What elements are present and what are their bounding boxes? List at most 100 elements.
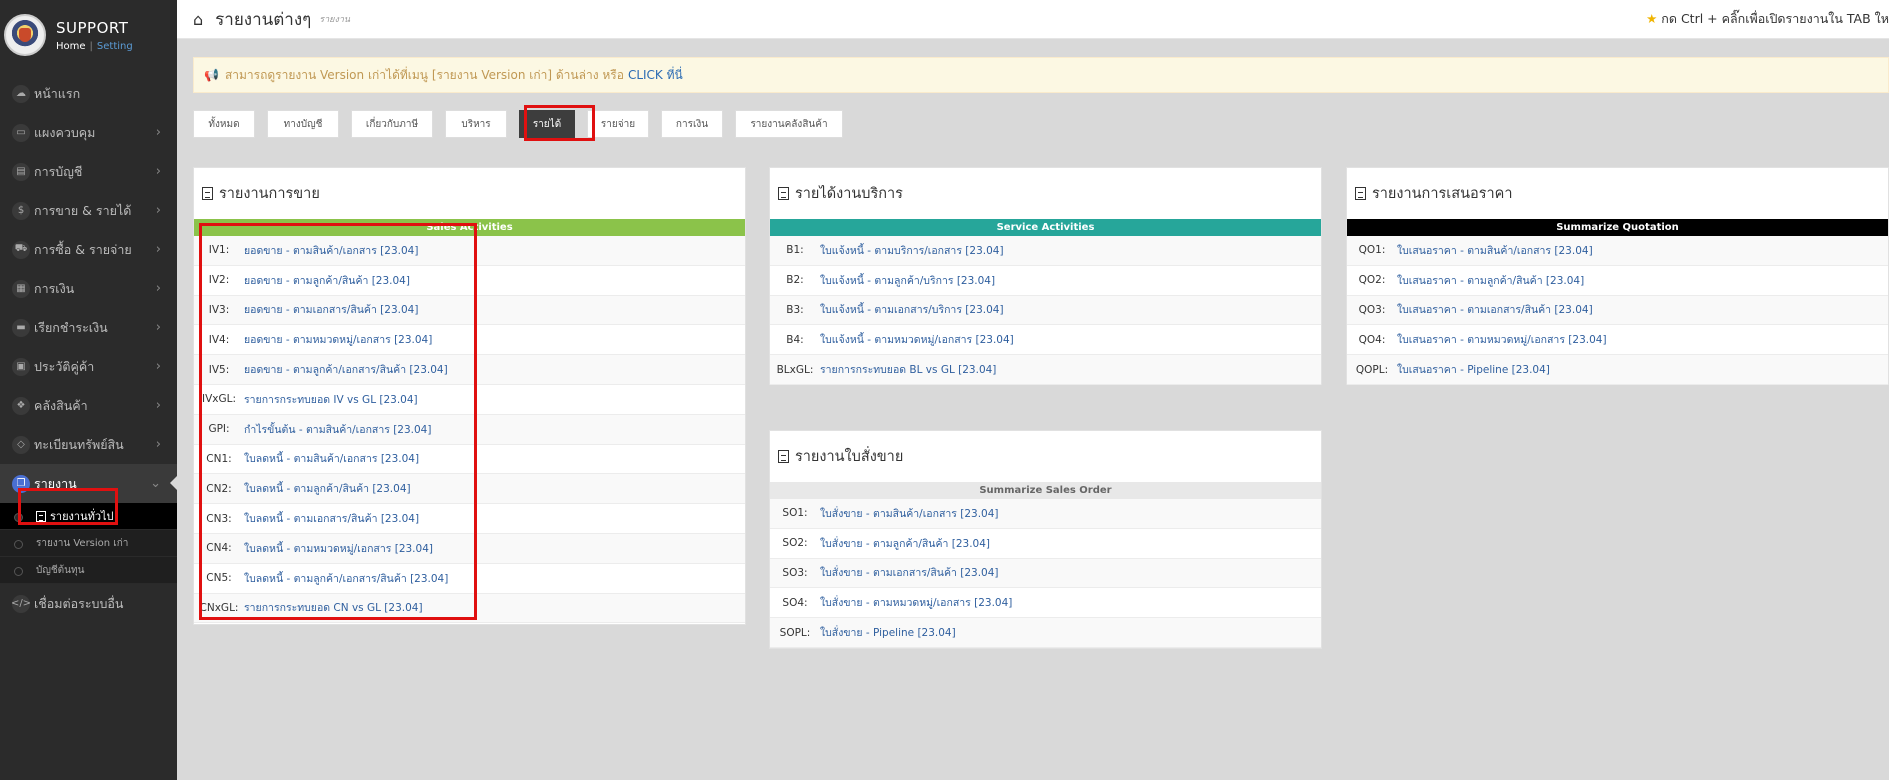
report-link[interactable]: ใบสั่งขาย - ตามสินค้า/เอกสาร [23.04] bbox=[820, 505, 999, 522]
table-row[interactable]: CN5: ใบลดหนี้ - ตามลูกค้า/เอกสาร/สินค้า [… bbox=[194, 564, 745, 594]
report-link[interactable]: ใบสั่งขาย - Pipeline [23.04] bbox=[820, 624, 956, 641]
report-link[interactable]: ใบลดหนี้ - ตามหมวดหมู่/เอกสาร [23.04] bbox=[244, 540, 433, 557]
table-row[interactable]: QO4: ใบเสนอราคา - ตามหมวดหมู่/เอกสาร [23.… bbox=[1347, 325, 1888, 356]
report-link[interactable]: ใบแจ้งหนี้ - ตามบริการ/เอกสาร [23.04] bbox=[820, 242, 1004, 259]
table-row[interactable]: IV1: ยอดขาย - ตามสินค้า/เอกสาร [23.04] bbox=[194, 236, 745, 266]
report-code: IV3: bbox=[208, 303, 230, 316]
setting-link[interactable]: Setting bbox=[97, 41, 133, 52]
megaphone-icon: 📢 bbox=[204, 68, 219, 82]
table-row[interactable]: B1: ใบแจ้งหนี้ - ตามบริการ/เอกสาร [23.04] bbox=[770, 236, 1321, 266]
sidebar-item-integrations[interactable]: </> เชื่อมต่อระบบอื่น bbox=[0, 584, 177, 623]
table-row[interactable]: GPI: กำไรขั้นต้น - ตามสินค้า/เอกสาร [23.0… bbox=[194, 414, 745, 445]
table-row[interactable]: SOPL: ใบสั่งขาย - Pipeline [23.04] bbox=[770, 618, 1321, 648]
submenu-item-old-version-reports[interactable]: รายงาน Version เก่า bbox=[0, 530, 177, 557]
table-row[interactable]: IV3: ยอดขาย - ตามเอกสาร/สินค้า [23.04] bbox=[194, 295, 745, 326]
report-code: GPI: bbox=[208, 423, 230, 436]
table-row[interactable]: IVxGL: รายการกระทบยอด IV vs GL [23.04] bbox=[194, 385, 745, 415]
report-link[interactable]: ใบแจ้งหนี้ - ตามลูกค้า/บริการ [23.04] bbox=[820, 272, 995, 289]
sidebar-item-accounting[interactable]: ▤ การบัญชี › bbox=[0, 152, 177, 191]
submenu-item-general-reports[interactable]: รายงานทั่วไป bbox=[0, 503, 177, 530]
table-row[interactable]: QO2: ใบเสนอราคา - ตามลูกค้า/สินค้า [23.04… bbox=[1347, 266, 1888, 296]
table-row[interactable]: SO2: ใบสั่งขาย - ตามลูกค้า/สินค้า [23.04] bbox=[770, 529, 1321, 559]
report-code: CN5: bbox=[206, 572, 232, 585]
tab-accounting[interactable]: ทางบัญชี bbox=[267, 110, 339, 138]
table-row[interactable]: B2: ใบแจ้งหนี้ - ตามลูกค้า/บริการ [23.04] bbox=[770, 266, 1321, 296]
home-icon[interactable]: ⌂ bbox=[193, 10, 203, 29]
tab-warehouse-report[interactable]: รายงานคลังสินค้า bbox=[735, 110, 843, 138]
table-row[interactable]: CN2: ใบลดหนี้ - ตามลูกค้า/สินค้า [23.04] bbox=[194, 474, 745, 505]
table-row[interactable]: B4: ใบแจ้งหนี้ - ตามหมวดหมู่/เอกสาร [23.0… bbox=[770, 325, 1321, 356]
report-link[interactable]: กำไรขั้นต้น - ตามสินค้า/เอกสาร [23.04] bbox=[244, 421, 431, 438]
table-row[interactable]: CNxGL: รายการกระทบยอด CN vs GL [23.04] bbox=[194, 593, 745, 624]
tab-finance[interactable]: การเงิน bbox=[661, 110, 723, 138]
report-link[interactable]: ยอดขาย - ตามลูกค้า/สินค้า [23.04] bbox=[244, 272, 410, 289]
document-icon bbox=[36, 510, 46, 522]
report-link[interactable]: ใบเสนอราคา - ตามหมวดหมู่/เอกสาร [23.04] bbox=[1397, 331, 1607, 348]
report-link[interactable]: รายการกระทบยอด IV vs GL [23.04] bbox=[244, 391, 418, 408]
company-logo[interactable] bbox=[4, 14, 46, 56]
table-row[interactable]: IV2: ยอดขาย - ตามลูกค้า/สินค้า [23.04] bbox=[194, 266, 745, 296]
document-icon bbox=[778, 187, 789, 200]
report-link[interactable]: ใบลดหนี้ - ตามลูกค้า/สินค้า [23.04] bbox=[244, 480, 411, 497]
tab-tax[interactable]: เกี่ยวกับภาษี bbox=[351, 110, 433, 138]
alert-click-link[interactable]: CLICK ที่นี่ bbox=[628, 66, 683, 85]
report-link[interactable]: ใบลดหนี้ - ตามลูกค้า/เอกสาร/สินค้า [23.0… bbox=[244, 570, 448, 587]
sidebar: SUPPORT Home | Setting ☁ หน้าแรก ▭ แผงควบค… bbox=[0, 0, 177, 780]
ctrl-click-hint: ★ กด Ctrl + คลิ๊กเพื่อเปิดรายงานใน TAB ให bbox=[1646, 9, 1889, 29]
report-link[interactable]: ใบแจ้งหนี้ - ตามหมวดหมู่/เอกสาร [23.04] bbox=[820, 331, 1014, 348]
report-link[interactable]: ยอดขาย - ตามหมวดหมู่/เอกสาร [23.04] bbox=[244, 331, 432, 348]
table-row[interactable]: SO3: ใบสั่งขาย - ตามเอกสาร/สินค้า [23.04] bbox=[770, 558, 1321, 589]
report-link[interactable]: ใบสั่งขาย - ตามหมวดหมู่/เอกสาร [23.04] bbox=[820, 594, 1012, 611]
table-row[interactable]: CN4: ใบลดหนี้ - ตามหมวดหมู่/เอกสาร [23.04… bbox=[194, 533, 745, 564]
table-row[interactable]: QO3: ใบเสนอราคา - ตามเอกสาร/สินค้า [23.04… bbox=[1347, 295, 1888, 326]
sidebar-item-sales-income[interactable]: $ การขาย & รายได้ › bbox=[0, 191, 177, 230]
sidebar-item-billing[interactable]: ▬ เรียกชำระเงิน › bbox=[0, 308, 177, 347]
report-link[interactable]: ใบเสนอราคา - ตามเอกสาร/สินค้า [23.04] bbox=[1397, 301, 1593, 318]
card-title: รายงานการเสนอราคา bbox=[1372, 186, 1513, 202]
sidebar-item-purchase-expense[interactable]: ⛟ การซื้อ & รายจ่าย › bbox=[0, 230, 177, 269]
report-link[interactable]: ใบสั่งขาย - ตามเอกสาร/สินค้า [23.04] bbox=[820, 564, 999, 581]
report-link[interactable]: รายการกระทบยอด CN vs GL [23.04] bbox=[244, 599, 423, 616]
report-link[interactable]: รายการกระทบยอด BL vs GL [23.04] bbox=[820, 361, 996, 378]
table-row[interactable]: CN3: ใบลดหนี้ - ตามเอกสาร/สินค้า [23.04] bbox=[194, 504, 745, 534]
report-code: IV1: bbox=[208, 244, 230, 257]
table-row[interactable]: QO1: ใบเสนอราคา - ตามสินค้า/เอกสาร [23.04… bbox=[1347, 236, 1888, 266]
sidebar-item-finance[interactable]: ▦ การเงิน › bbox=[0, 269, 177, 308]
report-link[interactable]: ใบสั่งขาย - ตามลูกค้า/สินค้า [23.04] bbox=[820, 535, 990, 552]
report-link[interactable]: ยอดขาย - ตามเอกสาร/สินค้า [23.04] bbox=[244, 301, 418, 318]
tab-income[interactable]: รายได้ bbox=[519, 110, 575, 138]
table-row[interactable]: IV4: ยอดขาย - ตามหมวดหมู่/เอกสาร [23.04] bbox=[194, 325, 745, 356]
report-link[interactable]: ใบลดหนี้ - ตามเอกสาร/สินค้า [23.04] bbox=[244, 510, 419, 527]
table-row[interactable]: SO4: ใบสั่งขาย - ตามหมวดหมู่/เอกสาร [23.0… bbox=[770, 588, 1321, 619]
report-link[interactable]: ใบเสนอราคา - Pipeline [23.04] bbox=[1397, 361, 1550, 378]
tab-management[interactable]: บริหาร bbox=[445, 110, 507, 138]
submenu-item-cost-accounting[interactable]: บัญชีต้นทุน bbox=[0, 557, 177, 584]
report-link[interactable]: ใบเสนอราคา - ตามสินค้า/เอกสาร [23.04] bbox=[1397, 242, 1593, 259]
table-row[interactable]: IV5: ยอดขาย - ตามลูกค้า/เอกสาร/สินค้า [23… bbox=[194, 355, 745, 385]
sidebar-item-partner-history[interactable]: ▣ ประวัติคู่ค้า › bbox=[0, 347, 177, 386]
report-link[interactable]: ใบลดหนี้ - ตามสินค้า/เอกสาร [23.04] bbox=[244, 450, 419, 467]
table-row[interactable]: SO1: ใบสั่งขาย - ตามสินค้า/เอกสาร [23.04] bbox=[770, 499, 1321, 529]
cart-icon: ⛟ bbox=[12, 240, 30, 259]
home-link[interactable]: Home bbox=[56, 41, 86, 52]
submenu-item-label: รายงาน Version เก่า bbox=[36, 537, 129, 549]
sidebar-item-label: แผงควบคุม bbox=[34, 124, 96, 140]
table-row[interactable]: CN1: ใบลดหนี้ - ตามสินค้า/เอกสาร [23.04] bbox=[194, 445, 745, 475]
report-link[interactable]: ยอดขาย - ตามลูกค้า/เอกสาร/สินค้า [23.04] bbox=[244, 361, 448, 378]
table-row[interactable]: B3: ใบแจ้งหนี้ - ตามเอกสาร/บริการ [23.04] bbox=[770, 295, 1321, 326]
report-link[interactable]: ใบเสนอราคา - ตามลูกค้า/สินค้า [23.04] bbox=[1397, 272, 1584, 289]
table-row[interactable]: BLxGL: รายการกระทบยอด BL vs GL [23.04] bbox=[770, 355, 1321, 385]
card-title: รายงานใบสั่งขาย bbox=[795, 449, 904, 465]
table-row[interactable]: QOPL: ใบเสนอราคา - Pipeline [23.04] bbox=[1347, 355, 1888, 385]
report-code: SO2: bbox=[782, 537, 808, 550]
monitor-icon: ▭ bbox=[12, 123, 30, 142]
sidebar-item-reports[interactable]: ❐ รายงาน ⌄ bbox=[0, 464, 177, 503]
report-link[interactable]: ใบแจ้งหนี้ - ตามเอกสาร/บริการ [23.04] bbox=[820, 301, 1004, 318]
tab-all[interactable]: ทั้งหมด bbox=[193, 110, 255, 138]
sidebar-item-dashboard[interactable]: ▭ แผงควบคุม › bbox=[0, 113, 177, 152]
sidebar-item-warehouse[interactable]: ❖ คลังสินค้า › bbox=[0, 386, 177, 425]
sidebar-item-home[interactable]: ☁ หน้าแรก bbox=[0, 74, 177, 113]
tab-expense[interactable]: รายจ่าย bbox=[587, 110, 649, 138]
sidebar-item-assets[interactable]: ◇ ทะเบียนทรัพย์สิน › bbox=[0, 425, 177, 464]
report-link[interactable]: ยอดขาย - ตามสินค้า/เอกสาร [23.04] bbox=[244, 242, 418, 259]
